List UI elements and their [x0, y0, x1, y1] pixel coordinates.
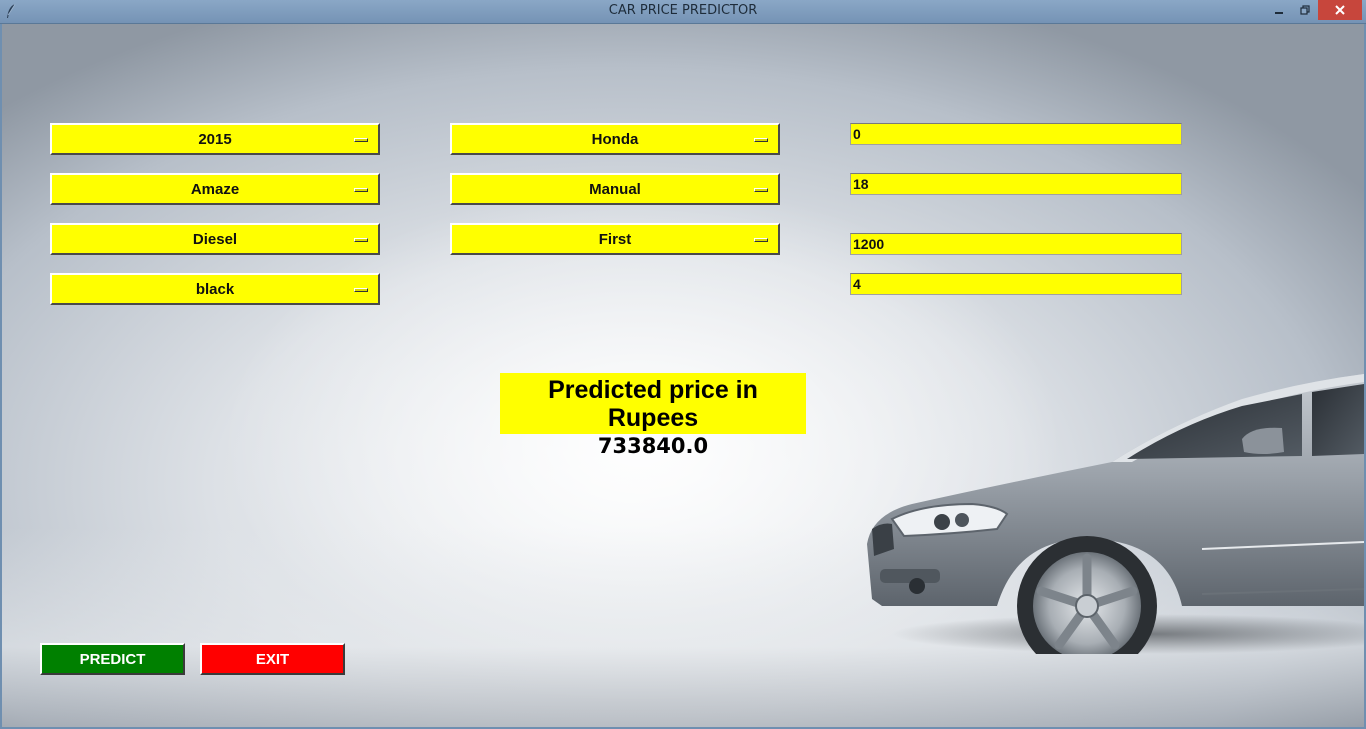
- color-value: black: [195, 280, 235, 298]
- result-title: Predicted price in Rupees: [548, 376, 758, 432]
- brand-value: Honda: [591, 130, 639, 148]
- dropdown-indicator-icon: [754, 138, 768, 142]
- dropdown-indicator-icon: [354, 138, 368, 142]
- model-value: Amaze: [190, 180, 240, 198]
- owner-value: First: [598, 230, 632, 248]
- restore-icon: [1300, 5, 1310, 15]
- fuel-type-dropdown[interactable]: Diesel: [50, 223, 380, 255]
- year-value: 2015: [198, 130, 232, 148]
- entry-field-4[interactable]: [850, 273, 1182, 295]
- dropdown-indicator-icon: [354, 238, 368, 242]
- brand-dropdown[interactable]: Honda: [450, 123, 780, 155]
- dropdown-indicator-icon: [354, 288, 368, 292]
- title-bar: CAR PRICE PREDICTOR: [0, 0, 1366, 24]
- predict-button[interactable]: PREDICT: [40, 643, 185, 675]
- window-title: CAR PRICE PREDICTOR: [608, 3, 758, 18]
- restore-button[interactable]: [1292, 0, 1318, 20]
- dropdown-indicator-icon: [354, 188, 368, 192]
- owner-dropdown[interactable]: First: [450, 223, 780, 255]
- entry-field-2[interactable]: [850, 173, 1182, 195]
- model-dropdown[interactable]: Amaze: [50, 173, 380, 205]
- result-value: 733840.0: [597, 434, 709, 458]
- fuel-type-value: Diesel: [192, 230, 238, 248]
- dropdown-indicator-icon: [754, 238, 768, 242]
- minimize-icon: [1275, 12, 1283, 14]
- close-icon: [1335, 5, 1345, 15]
- entry-field-1[interactable]: [850, 123, 1182, 145]
- color-dropdown[interactable]: black: [50, 273, 380, 305]
- entry-field-3[interactable]: [850, 233, 1182, 255]
- client-area: 2015 Amaze Diesel black Honda Manual Fir…: [2, 24, 1364, 727]
- dropdown-indicator-icon: [754, 188, 768, 192]
- exit-button[interactable]: EXIT: [200, 643, 345, 675]
- minimize-button[interactable]: [1266, 0, 1292, 20]
- prediction-result: Predicted price in Rupees 733840.0: [500, 373, 806, 458]
- transmission-value: Manual: [589, 180, 641, 198]
- close-button[interactable]: [1318, 0, 1362, 20]
- year-dropdown[interactable]: 2015: [50, 123, 380, 155]
- transmission-dropdown[interactable]: Manual: [450, 173, 780, 205]
- car-image: [867, 374, 1364, 654]
